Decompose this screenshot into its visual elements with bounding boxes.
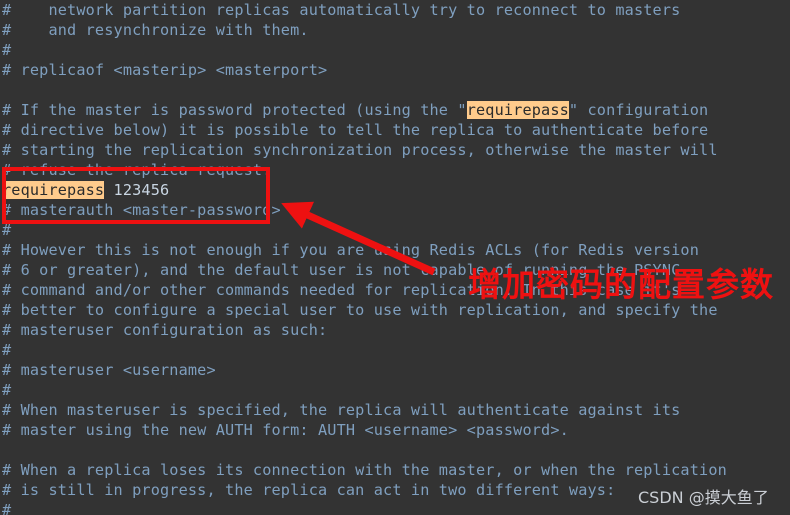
comment-text: # directive below) it is possible to tel… [2,121,709,139]
comment-text: # and resynchronize with them. [2,21,309,39]
comment-text: # masteruser configuration as such: [2,321,328,339]
code-line: # command and/or other commands needed f… [0,280,790,300]
code-line: # When masteruser is specified, the repl… [0,400,790,420]
comment-text: # replicaof <masterip> <masterport> [2,61,328,79]
comment-text: # [2,41,12,59]
highlighted-keyword: requirepass [2,181,105,199]
code-line: # master using the new AUTH form: AUTH <… [0,420,790,440]
comment-text: # is still in progress, the replica can … [2,481,616,499]
code-line: # masteruser configuration as such: [0,320,790,340]
comment-text: # However this is not enough if you are … [2,241,700,259]
comment-text: " configuration [568,101,709,119]
comment-text: # master using the new AUTH form: AUTH <… [2,421,569,439]
comment-text: # command and/or other commands needed f… [2,281,681,299]
comment-text: # refuse the replica request. [2,161,272,179]
code-line: requirepass 123456 [0,180,790,200]
code-line: # is still in progress, the replica can … [0,480,790,500]
code-line: # better to configure a special user to … [0,300,790,320]
comment-text: # When masteruser is specified, the repl… [2,401,681,419]
comment-text: # [2,221,12,239]
code-line: # network partition replicas automatical… [0,0,790,20]
comment-text: # If the master is password protected (u… [2,101,467,119]
code-line: # masterauth <master-password> [0,200,790,220]
comment-text: # masterauth <master-password> [2,201,281,219]
highlighted-keyword: requirepass [466,101,569,119]
code-line: # refuse the replica request. [0,160,790,180]
code-line: # However this is not enough if you are … [0,240,790,260]
comment-text: # starting the replication synchronizati… [2,141,718,159]
comment-text: # When a replica loses its connection wi… [2,461,727,479]
code-line: # masteruser <username> [0,360,790,380]
config-file-text[interactable]: # network partition replicas automatical… [0,0,790,515]
comment-text: # network partition replicas automatical… [2,1,681,19]
comment-text: # [2,341,12,359]
terminal-screen: # network partition replicas automatical… [0,0,790,515]
comment-text: # [2,381,12,399]
code-line: # [0,380,790,400]
code-line: # and resynchronize with them. [0,20,790,40]
code-line: # starting the replication synchronizati… [0,140,790,160]
code-line: # [0,500,790,515]
code-line: # [0,220,790,240]
comment-text: # masteruser <username> [2,361,216,379]
code-line: # If the master is password protected (u… [0,100,790,120]
code-line: # replicaof <masterip> <masterport> [0,60,790,80]
comment-text: # 6 or greater), and the default user is… [2,261,681,279]
config-value: 123456 [104,181,170,199]
code-line: # 6 or greater), and the default user is… [0,260,790,280]
comment-text: # [2,501,12,515]
code-line: # [0,340,790,360]
code-line: # [0,40,790,60]
comment-text: # better to configure a special user to … [2,301,718,319]
code-line: # When a replica loses its connection wi… [0,460,790,480]
code-line: # directive below) it is possible to tel… [0,120,790,140]
